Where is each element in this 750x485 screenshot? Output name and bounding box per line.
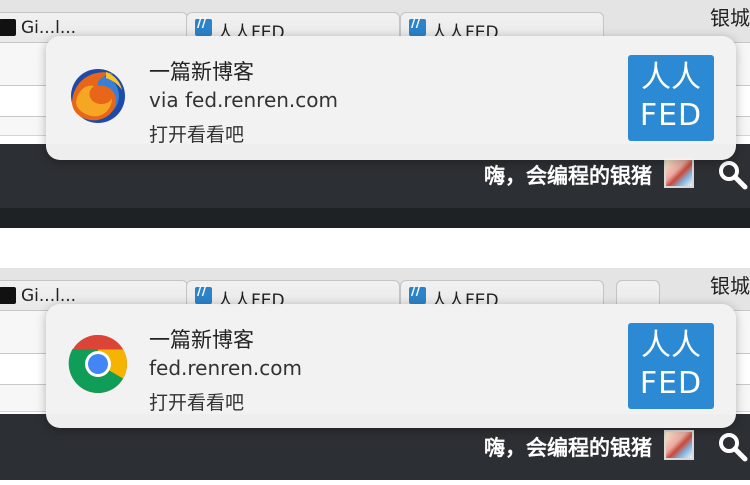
search-icon[interactable] — [714, 158, 748, 192]
firefox-window: Gi...l... 人人FED 人人FED 银城 嗨，会编程的银猪 一篇 — [0, 0, 750, 228]
tab-title: Gi...l... — [21, 286, 77, 306]
notification-title: 一篇新博客 — [149, 328, 254, 352]
chrome-window: Gi...l... 人人FED 人人FED 银城 嗨，会编程的银猪 — [0, 268, 750, 485]
fed-logo: 人人 FED — [628, 323, 714, 409]
user-greeting[interactable]: 嗨，会编程的银猪 — [484, 432, 652, 462]
logo-line-1: 人人 — [641, 328, 701, 363]
notification-body: 打开看看吧 — [149, 124, 245, 146]
avatar[interactable] — [664, 430, 694, 460]
fed-favicon-icon — [195, 284, 212, 304]
tab-title: Gi...l... — [21, 18, 77, 38]
chrome-icon — [68, 335, 127, 393]
notification-title: 一篇新博客 — [149, 60, 254, 84]
fed-favicon-icon — [409, 16, 426, 36]
notification-firefox[interactable]: 一篇新博客 via fed.renren.com 打开看看吧 人人 FED — [46, 36, 736, 160]
window-title: 银城 — [710, 274, 750, 298]
notification-source: fed.renren.com — [149, 356, 302, 380]
notification-source: via fed.renren.com — [149, 88, 339, 112]
logo-line-2: FED — [639, 366, 703, 401]
user-greeting[interactable]: 嗨，会编程的银猪 — [484, 160, 652, 190]
avatar[interactable] — [664, 158, 694, 188]
fed-favicon-icon — [195, 16, 212, 36]
github-favicon-icon — [0, 287, 16, 304]
fed-logo: 人人 FED — [628, 55, 714, 141]
site-nav — [0, 208, 750, 228]
search-icon[interactable] — [714, 430, 748, 464]
notification-chrome[interactable]: 一篇新博客 fed.renren.com 打开看看吧 人人 FED — [46, 304, 736, 428]
logo-line-1: 人人 — [641, 60, 701, 95]
github-favicon-icon — [0, 19, 16, 36]
fed-favicon-icon — [409, 284, 426, 304]
logo-line-2: FED — [639, 98, 703, 133]
window-title: 银城 — [710, 6, 750, 30]
firefox-icon — [71, 69, 125, 123]
notification-body: 打开看看吧 — [149, 392, 245, 414]
